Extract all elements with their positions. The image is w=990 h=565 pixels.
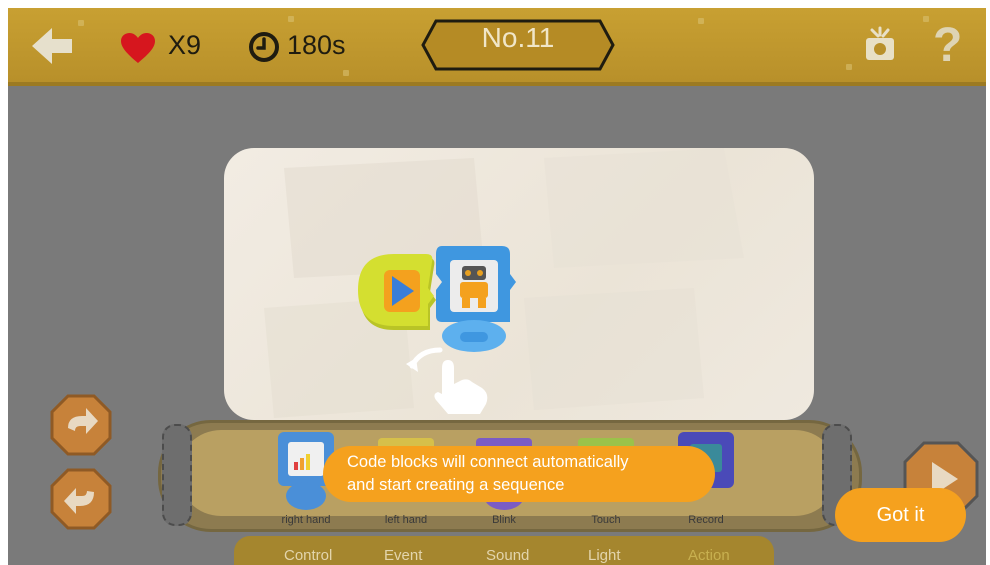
timer-value: 180s [287, 30, 346, 60]
confetti [288, 16, 294, 22]
start-block [358, 254, 436, 330]
got-it-button[interactable]: Got it [835, 488, 966, 542]
confetti [78, 20, 84, 26]
confetti [343, 70, 349, 76]
back-arrow-icon[interactable] [30, 26, 74, 66]
tooltip-line-1: Code blocks will connect automatically [347, 453, 629, 471]
tray-label-touch: Touch [591, 514, 621, 526]
heart-icon [121, 33, 155, 63]
redo-icon[interactable] [50, 394, 112, 456]
tray-wheel-left [162, 424, 192, 526]
tooltip-line-2: and start creating a sequence [347, 476, 565, 494]
tab-light[interactable]: Light [588, 547, 621, 564]
tray-label-record: Record [688, 514, 724, 526]
confetti [846, 64, 852, 70]
hand-pointer-icon [406, 347, 488, 414]
tab-sound[interactable]: Sound [486, 547, 529, 564]
game-stage: X9 180s No.11 ? right hand left hand Bli… [8, 8, 986, 565]
photo-icon[interactable] [860, 26, 900, 66]
lives-count: X9 [168, 30, 202, 60]
confetti [698, 18, 704, 24]
help-icon[interactable]: ? [933, 18, 962, 73]
tray-label-right-hand: right hand [281, 514, 331, 526]
tab-control[interactable]: Control [284, 547, 332, 564]
tab-event[interactable]: Event [384, 547, 422, 564]
tutorial-tooltip: Code blocks will connect automatically a… [323, 446, 715, 502]
tab-action[interactable]: Action [688, 547, 730, 564]
undo-icon[interactable] [50, 468, 112, 530]
clock-icon [249, 32, 279, 62]
modal-background-pattern [264, 148, 744, 418]
tray-label-blink: Blink [492, 514, 516, 526]
confetti [923, 16, 929, 22]
tray-label-left-hand: left hand [384, 514, 428, 526]
level-number: No.11 [481, 22, 555, 53]
robot-block [436, 246, 516, 352]
